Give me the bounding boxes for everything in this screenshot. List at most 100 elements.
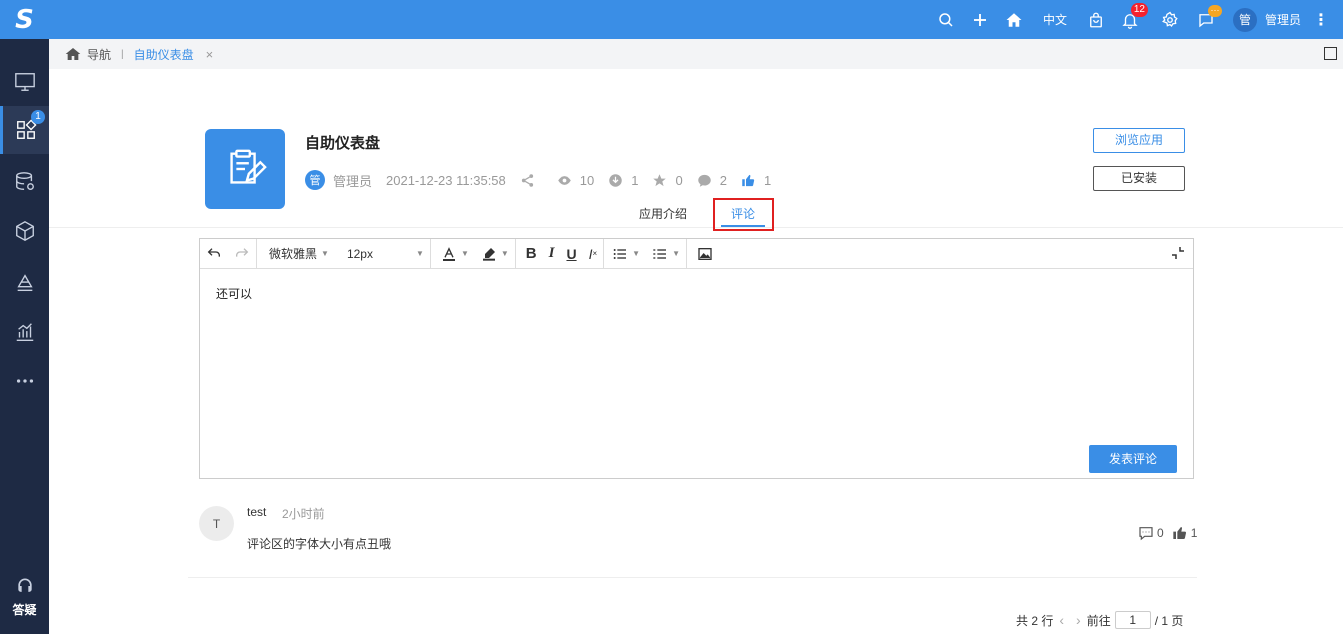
font-color-button[interactable]: ▼ (431, 239, 475, 269)
sidebar-item-apps[interactable]: 1 (0, 106, 49, 154)
breadcrumb-home-label: 导航 (87, 47, 112, 62)
notifications-button[interactable]: 12 (1121, 2, 1148, 29)
more-dots-icon (16, 379, 33, 383)
comment-editor: 微软雅黑 ▼ 12px ▼ ▼ ▼ B I U I × ▼ ▼ 还可以 发表评论 (199, 238, 1194, 479)
app-meta: 管 管理员 2021-12-23 11:35:58 10 1 0 2 1 (305, 170, 785, 190)
next-page-button[interactable]: › (1076, 612, 1081, 628)
installed-button[interactable]: 已安装 (1093, 166, 1185, 191)
search-icon (939, 12, 953, 27)
breadcrumb-tab[interactable]: 自助仪表盘 (134, 46, 194, 63)
post-comment-button[interactable]: 发表评论 (1089, 445, 1177, 473)
language-switch[interactable]: 中文 (1043, 11, 1067, 28)
app-title: 自助仪表盘 (305, 135, 381, 152)
comment-like-button[interactable]: 1 (1172, 525, 1197, 541)
editor-content[interactable]: 还可以 (216, 285, 252, 302)
italic-button[interactable]: I (543, 239, 561, 269)
author-avatar: 管 (305, 170, 325, 190)
font-size-select[interactable]: 12px ▼ (335, 238, 431, 269)
message-badge: ··· (1207, 4, 1222, 17)
apps-badge: 1 (31, 110, 45, 124)
comment-actions: 0 1 (1130, 525, 1197, 541)
bullet-list-button[interactable]: ▼ (604, 239, 646, 269)
home-button[interactable] (1005, 11, 1023, 29)
breadcrumb-separator: | (121, 48, 124, 60)
top-bar: 中文 12 ··· 管 管理员 ⋮ (49, 0, 1343, 39)
browse-app-button[interactable]: 浏览应用 (1093, 128, 1185, 153)
eye-icon (558, 175, 571, 185)
thumbs-up-icon (742, 174, 755, 186)
comment-icon (697, 174, 711, 187)
star-icon (653, 173, 667, 186)
shopping-bag-icon (1090, 12, 1102, 27)
total-pages: / 1 页 (1154, 613, 1184, 628)
breadcrumb: 导航 | 自助仪表盘 × (49, 39, 1343, 69)
app-store-button[interactable] (1087, 11, 1105, 29)
page-input[interactable]: 1 (1114, 611, 1151, 629)
tab-app-intro[interactable]: 应用介绍 (639, 205, 687, 222)
app-thumbnail (205, 129, 285, 209)
sidebar-item-monitor[interactable] (0, 58, 49, 106)
underline-button[interactable]: U (560, 239, 582, 269)
prev-page-button[interactable]: ‹ (1059, 612, 1064, 628)
gear-icon (1162, 11, 1178, 27)
chevron-down-icon: ▼ (321, 249, 329, 258)
tab-bar: 应用介绍 评论 (49, 199, 1343, 228)
messages-button[interactable]: ··· (1197, 4, 1222, 29)
numbered-list-button[interactable]: ▼ (646, 238, 687, 269)
download-count: 1 (608, 173, 638, 188)
font-family-select[interactable]: 微软雅黑 ▼ (257, 239, 335, 269)
redo-button[interactable] (228, 238, 257, 269)
notification-count: 12 (1130, 2, 1148, 17)
comment-count: 2 (697, 173, 727, 188)
sidebar-item-analysis[interactable] (0, 308, 49, 356)
chat-bubble-icon (1139, 527, 1153, 541)
editor-toolbar: 微软雅黑 ▼ 12px ▼ ▼ ▼ B I U I × ▼ ▼ (200, 238, 1193, 269)
chevron-down-icon: ▼ (672, 249, 680, 258)
highlight-color-button[interactable]: ▼ (475, 238, 516, 269)
bullet-list-icon (613, 248, 627, 259)
thumbs-up-icon (1173, 527, 1186, 539)
insert-image-button[interactable] (687, 239, 719, 269)
chevron-down-icon: ▼ (416, 249, 424, 258)
font-color-icon (442, 246, 455, 261)
sidebar-item-more[interactable] (0, 357, 49, 405)
user-name[interactable]: 管理员 (1265, 11, 1301, 28)
bold-button[interactable]: B (516, 239, 543, 269)
comment-text: 评论区的字体大小有点丑哦 (247, 537, 392, 551)
settings-button[interactable] (1161, 11, 1179, 29)
sidebar: S 1 答疑 (0, 0, 49, 634)
sidebar-item-data[interactable] (0, 158, 49, 206)
bar-chart-icon (16, 323, 33, 341)
clear-format-button[interactable]: I × (583, 238, 605, 269)
add-button[interactable] (971, 11, 989, 29)
home-icon (1006, 12, 1022, 27)
like-button[interactable]: 1 (741, 173, 771, 188)
fullscreen-icon[interactable] (1171, 246, 1185, 260)
cube-icon (15, 221, 34, 241)
sidebar-help[interactable]: 答疑 (0, 576, 49, 618)
total-rows: 共 2 行 (1016, 613, 1054, 628)
redo-icon (236, 247, 249, 257)
help-label: 答疑 (12, 603, 37, 617)
search-button[interactable] (937, 11, 955, 29)
reply-button[interactable]: 0 (1138, 525, 1164, 541)
breadcrumb-home[interactable]: 导航 (65, 46, 111, 63)
layers-icon (16, 274, 33, 292)
sidebar-item-model[interactable] (0, 207, 49, 255)
author-name: 管理员 (333, 173, 373, 189)
close-tab-icon[interactable]: × (206, 47, 214, 62)
more-menu-button[interactable]: ⋮ (1313, 10, 1329, 30)
view-count: 10 (557, 173, 594, 188)
undo-button[interactable] (200, 239, 228, 269)
share-icon (521, 173, 533, 187)
undo-icon (207, 247, 220, 257)
share-button[interactable] (520, 173, 543, 188)
sidebar-item-report[interactable] (0, 259, 49, 307)
database-settings-icon (15, 172, 34, 191)
app-logo[interactable]: S (0, 0, 49, 39)
headset-icon (17, 578, 32, 592)
favorite-button[interactable]: 0 (652, 173, 683, 188)
maximize-icon[interactable] (1324, 47, 1337, 60)
goto-label: 前往 (1086, 613, 1111, 628)
user-avatar[interactable]: 管 (1232, 7, 1257, 32)
